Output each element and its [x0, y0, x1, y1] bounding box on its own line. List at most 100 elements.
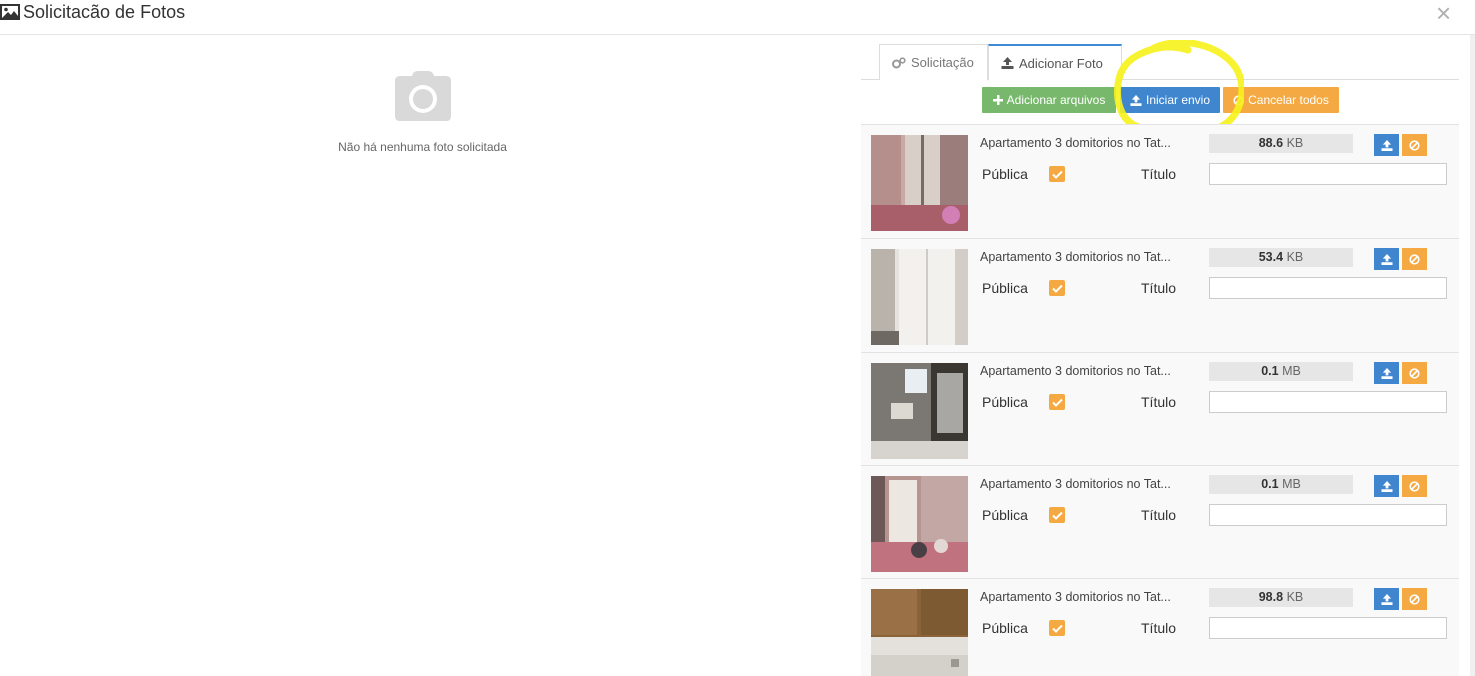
photo-thumbnail: [871, 249, 968, 345]
file-size: 53.4 KB: [1209, 248, 1353, 267]
upload-file-button[interactable]: [1374, 248, 1399, 270]
modal-header: Solicitacão de Fotos ×: [0, 0, 1475, 35]
public-label: Pública: [982, 394, 1028, 410]
check-icon: [1051, 284, 1063, 293]
cancel-file-button[interactable]: [1402, 588, 1427, 610]
empty-message: Não há nenhuma foto solicitada: [338, 140, 507, 154]
ban-icon: [1409, 139, 1420, 151]
title-input[interactable]: [1209, 391, 1447, 413]
close-button[interactable]: ×: [1436, 0, 1451, 26]
tab-bar: Solicitação Adicionar Foto: [861, 44, 1459, 81]
check-icon: [1051, 511, 1063, 520]
public-label: Pública: [982, 620, 1028, 636]
file-size: 88.6 KB: [1209, 134, 1353, 153]
ban-icon: [1409, 367, 1420, 379]
tab-solicitacao[interactable]: Solicitação: [879, 44, 988, 80]
title-label: Título: [1141, 394, 1177, 410]
title-input[interactable]: [1209, 277, 1447, 299]
file-size: 0.1 MB: [1209, 475, 1353, 494]
file-size: 0.1 MB: [1209, 362, 1353, 381]
image-icon: [0, 4, 20, 20]
file-size-unit: KB: [1286, 250, 1304, 264]
public-label: Pública: [982, 280, 1028, 296]
public-checkbox[interactable]: [1049, 620, 1065, 636]
file-size: 98.8 KB: [1209, 588, 1353, 607]
cancel-file-button[interactable]: [1402, 248, 1427, 270]
title-label: Título: [1141, 280, 1177, 296]
upload-icon: [1001, 57, 1014, 69]
public-checkbox[interactable]: [1049, 507, 1065, 523]
public-label: Pública: [982, 507, 1028, 523]
cancel-all-button[interactable]: Cancelar todos: [1223, 87, 1339, 113]
upload-icon: [1381, 367, 1392, 379]
cancel-all-label: Cancelar todos: [1248, 93, 1329, 107]
title-input[interactable]: [1209, 163, 1447, 185]
cancel-file-button[interactable]: [1402, 362, 1427, 384]
close-icon: ×: [1436, 0, 1452, 28]
empty-state: Não há nenhuma foto solicitada: [300, 70, 545, 154]
file-row: Apartamento 3 domitorios no Tat... 0.1 M…: [861, 465, 1459, 579]
file-size-value: 0.1: [1261, 364, 1279, 378]
upload-icon: [1381, 253, 1392, 265]
title-input[interactable]: [1209, 504, 1447, 526]
file-size-unit: KB: [1286, 136, 1304, 150]
photo-thumbnail: [871, 135, 968, 231]
upload-file-button[interactable]: [1374, 134, 1399, 156]
file-list: Apartamento 3 domitorios no Tat... 88.6 …: [861, 124, 1459, 676]
file-size-value: 53.4: [1258, 250, 1284, 264]
file-name: Apartamento 3 domitorios no Tat...: [980, 477, 1171, 491]
upload-file-button[interactable]: [1374, 475, 1399, 497]
add-files-button[interactable]: Adicionar arquivos: [982, 87, 1116, 113]
start-upload-label: Iniciar envio: [1145, 93, 1211, 107]
title-input[interactable]: [1209, 617, 1447, 639]
camera-icon: [394, 71, 451, 121]
check-icon: [1051, 398, 1063, 407]
title-label: Título: [1141, 507, 1177, 523]
check-icon: [1051, 170, 1063, 179]
ban-icon: [1233, 94, 1244, 106]
file-row: Apartamento 3 domitorios no Tat... 53.4 …: [861, 238, 1459, 352]
file-name: Apartamento 3 domitorios no Tat...: [980, 250, 1171, 264]
photo-thumbnail: [871, 589, 968, 676]
ban-icon: [1409, 253, 1420, 265]
cancel-file-button[interactable]: [1402, 475, 1427, 497]
tab-adicionar-foto-label: Adicionar Foto: [1019, 55, 1103, 71]
file-size-value: 0.1: [1261, 477, 1279, 491]
ban-icon: [1409, 593, 1420, 605]
public-checkbox[interactable]: [1049, 280, 1065, 296]
upload-icon: [1130, 94, 1142, 106]
upload-icon: [1381, 593, 1392, 605]
ban-icon: [1409, 480, 1420, 492]
upload-icon: [1381, 139, 1392, 151]
file-size-unit: MB: [1282, 477, 1301, 491]
start-upload-button[interactable]: Iniciar envio: [1120, 87, 1220, 113]
public-checkbox[interactable]: [1049, 166, 1065, 182]
upload-file-button[interactable]: [1374, 362, 1399, 384]
upload-file-button[interactable]: [1374, 588, 1399, 610]
file-size-unit: KB: [1286, 590, 1304, 604]
tab-solicitacao-label: Solicitação: [911, 55, 974, 70]
file-size-value: 98.8: [1258, 590, 1284, 604]
title-label: Título: [1141, 620, 1177, 636]
file-name: Apartamento 3 domitorios no Tat...: [980, 364, 1171, 378]
check-icon: [1051, 624, 1063, 633]
file-row: Apartamento 3 domitorios no Tat... 0.1 M…: [861, 352, 1459, 466]
add-files-label: Adicionar arquivos: [1006, 93, 1106, 107]
gears-icon: [892, 56, 906, 68]
file-row: Apartamento 3 domitorios no Tat... 98.8 …: [861, 578, 1459, 676]
file-name: Apartamento 3 domitorios no Tat...: [980, 136, 1171, 150]
public-checkbox[interactable]: [1049, 394, 1065, 410]
scrollbar[interactable]: [1470, 35, 1475, 676]
cancel-file-button[interactable]: [1402, 134, 1427, 156]
photo-thumbnail: [871, 476, 968, 572]
modal-title: Solicitacão de Fotos: [0, 0, 185, 24]
tab-adicionar-foto[interactable]: Adicionar Foto: [988, 44, 1122, 81]
public-label: Pública: [982, 166, 1028, 182]
file-row: Apartamento 3 domitorios no Tat... 88.6 …: [861, 124, 1459, 238]
file-size-unit: MB: [1282, 364, 1301, 378]
file-name: Apartamento 3 domitorios no Tat...: [980, 590, 1171, 604]
photo-thumbnail: [871, 363, 968, 459]
file-size-value: 88.6: [1258, 136, 1284, 150]
modal-title-text: Solicitacão de Fotos: [23, 1, 186, 22]
plus-icon: [992, 95, 1003, 105]
